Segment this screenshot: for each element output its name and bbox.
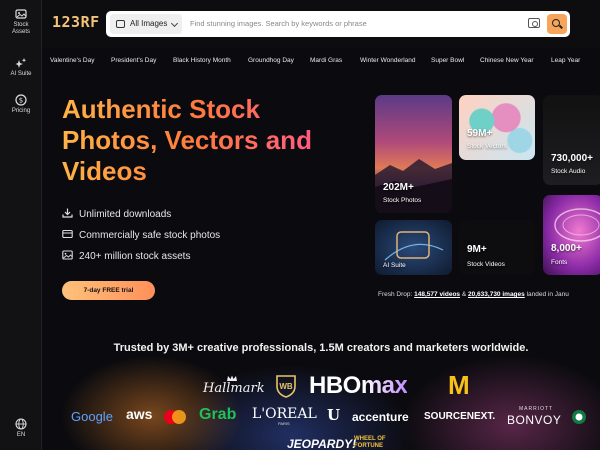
hero-headline: Authentic Stock Photos, Vectors and Vide… [62, 94, 362, 187]
tile-ai-suite[interactable]: AI Suite [375, 220, 452, 275]
hbo-max-logo: HBOmax [309, 372, 408, 399]
search-bar: All Images Find stunning images. Search … [106, 11, 570, 37]
top-bar: 123RF All Images Find stunning images. S… [42, 0, 600, 48]
fresh-drop-prefix: Fresh Drop: [378, 291, 413, 298]
tag-chip[interactable]: Winter Wonderland [360, 57, 416, 64]
globe-icon [15, 418, 27, 430]
tile-count: 202M+ [383, 182, 414, 193]
tag-chip[interactable]: Chinese New Year [480, 57, 533, 64]
fresh-drop-suffix: landed in Janu [526, 291, 569, 298]
mcdonalds-logo: M [448, 370, 470, 400]
search-input[interactable]: Find stunning images. Search by keywords… [190, 11, 367, 37]
fresh-drop-and: & [461, 291, 467, 298]
wheel-of-label: WHEEL OF [354, 436, 386, 442]
free-trial-button[interactable]: 7-day FREE trial [62, 281, 155, 300]
tile-label: AI Suite [383, 262, 406, 269]
tile-stock-audio[interactable]: 730,000+ Stock Audio [543, 95, 600, 185]
feature-label: Unlimited downloads [79, 209, 172, 220]
trending-tags: Valentine's Day President's Day Black Hi… [42, 52, 600, 72]
logo[interactable]: 123RF [52, 13, 100, 31]
download-icon [62, 208, 73, 218]
language-label: EN [16, 432, 26, 438]
starbucks-logo [572, 410, 586, 424]
tile-count: 9M+ [467, 244, 487, 255]
feature-item: Commercially safe stock photos [62, 229, 220, 241]
sidebar-item-ai-suite[interactable]: AI Suite [0, 57, 42, 78]
marriott-label: MARRIOTT [519, 406, 554, 412]
tile-label: Stock Videos [467, 261, 505, 268]
language-selector[interactable]: EN [0, 418, 42, 439]
bonvoy-logo: BONVOY [507, 413, 562, 427]
left-sidebar: Stock Assets AI Suite $ Pricing EN [0, 0, 42, 450]
feature-item: 240+ million stock assets [62, 250, 190, 262]
tag-chip[interactable]: Mardi Gras [310, 57, 342, 64]
sidebar-item-pricing[interactable]: $ Pricing [0, 94, 42, 115]
tag-chip[interactable]: Valentine's Day [50, 57, 94, 64]
grab-logo: Grab [199, 406, 237, 423]
ai-sparkle-icon [15, 58, 27, 68]
camera-icon[interactable] [528, 18, 540, 28]
sunset-landscape-image [375, 159, 452, 213]
tile-stock-videos[interactable]: 9M+ Stock Videos [459, 220, 535, 275]
tag-chip[interactable]: Super Bowl [431, 57, 464, 64]
search-filter-dropdown[interactable]: All Images [110, 14, 182, 34]
tag-chip[interactable]: Leap Year [551, 57, 580, 64]
sidebar-item-label: Stock [13, 22, 29, 28]
svg-text:$: $ [19, 97, 23, 105]
search-icon [552, 19, 560, 27]
sidebar-item-label: Pricing [11, 108, 31, 114]
mastercard-logo [164, 410, 186, 424]
hallmark-crown-icon [227, 375, 237, 381]
hallmark-logo: Hallmark [203, 381, 265, 396]
tag-chip[interactable]: Black History Month [173, 57, 231, 64]
search-button[interactable] [547, 14, 567, 34]
loreal-logo: L'OREAL [252, 406, 317, 422]
dollar-icon: $ [15, 94, 27, 106]
tile-count: 59M+ [467, 128, 493, 139]
sourcenext-logo: SOURCENEXT. [424, 411, 496, 422]
tile-fonts[interactable]: 8,000+ Fonts [543, 195, 600, 275]
tile-count: 8,000+ [551, 243, 582, 254]
image-icon [116, 20, 125, 28]
search-filter-label: All Images [130, 19, 168, 28]
chevron-down-icon [170, 19, 179, 28]
sidebar-item-label-2: Assets [11, 29, 30, 35]
trusted-by-heading: Trusted by 3M+ creative professionals, 1… [113, 342, 529, 354]
warner-bros-shield-logo: WB [276, 375, 296, 398]
tile-stock-vectors[interactable]: 59M+ Stock Vectors [459, 95, 535, 160]
tile-label: Fonts [551, 259, 568, 266]
svg-text:WB: WB [279, 382, 293, 391]
tile-label: Stock Vectors [467, 143, 507, 150]
fresh-drop-videos-link[interactable]: 148,577 videos [414, 291, 460, 298]
tag-chip[interactable]: Groundhog Day [248, 57, 294, 64]
sidebar-item-label: AI Suite [10, 71, 32, 77]
sidebar-item-stock-assets[interactable]: Stock Assets [0, 8, 42, 36]
tag-chip[interactable]: President's Day [111, 57, 156, 64]
accenture-logo: accenture [352, 410, 409, 424]
card-icon [62, 229, 73, 239]
fresh-drop-text: Fresh Drop: 148,577 videos & 20,633,730 … [378, 291, 569, 298]
loreal-paris-label: PARIS [278, 421, 290, 426]
stock-assets-icon [15, 9, 27, 19]
jeopardy-logo: JEOPARDY! [287, 437, 357, 450]
gallery-icon [62, 250, 73, 260]
google-logo: Google [71, 409, 113, 424]
tile-label: Stock Photos [383, 197, 422, 204]
fortune-label: FORTUNE [354, 443, 383, 449]
unilever-logo: U [327, 406, 341, 424]
feature-label: 240+ million stock assets [79, 251, 191, 262]
page: Stock Assets AI Suite $ Pricing EN 123RF… [0, 0, 600, 450]
tile-count: 730,000+ [551, 153, 593, 164]
tile-label: Stock Audio [551, 168, 586, 175]
wheel-of-fortune-logo: WHEEL OF FORTUNE [354, 436, 386, 450]
aws-logo: aws [126, 406, 153, 422]
feature-label: Commercially safe stock photos [79, 230, 221, 241]
feature-item: Unlimited downloads [62, 208, 171, 220]
tile-stock-photos[interactable]: 202M+ Stock Photos [375, 95, 452, 213]
fresh-drop-images-link[interactable]: 20,633,730 images [468, 291, 525, 298]
